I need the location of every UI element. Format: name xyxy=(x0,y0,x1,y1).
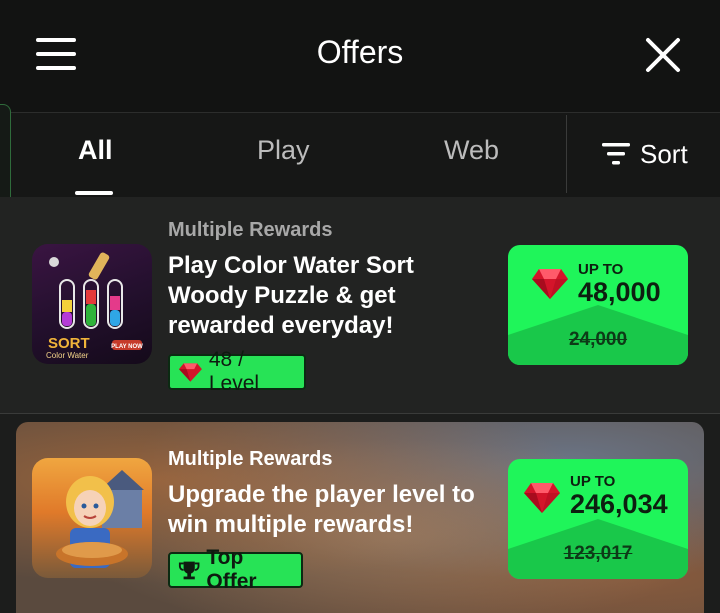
offer-category: Multiple Rewards xyxy=(168,219,333,241)
tab-web[interactable]: Web xyxy=(444,135,499,166)
reward-button[interactable]: UP TO 246,034 123,017 xyxy=(508,459,688,579)
game-thumbnail: SORT Color Water PLAY NOW xyxy=(32,244,152,364)
offer-card-featured[interactable]: Multiple Rewards Upgrade the player leve… xyxy=(16,422,704,613)
reward-amount: 246,034 xyxy=(570,489,668,519)
sort-filter-icon xyxy=(602,143,630,165)
thumbnail-subtitle-text: Color Water xyxy=(46,351,89,360)
reward-button[interactable]: UP TO 48,000 24,000 xyxy=(508,245,688,365)
tab-all[interactable]: All xyxy=(78,135,113,166)
original-reward: 24,000 xyxy=(568,329,628,350)
reward-prefix: UP TO xyxy=(578,261,624,278)
tab-play[interactable]: Play xyxy=(257,135,310,166)
offer-description: Play Color Water Sort Woody Puzzle & get… xyxy=(168,252,414,339)
ruby-gem-icon xyxy=(178,363,202,382)
filter-tabs: All Play Web Sort xyxy=(0,112,720,197)
ruby-gem-icon xyxy=(524,483,560,513)
sort-button[interactable]: Sort xyxy=(602,137,688,171)
thumbnail-title-text: SORT xyxy=(48,335,90,352)
sort-label: Sort xyxy=(640,138,688,169)
tab-divider xyxy=(566,115,567,193)
offer-category: Multiple Rewards xyxy=(168,448,333,470)
reward-amount: 48,000 xyxy=(578,277,661,307)
thumbnail-cta-text: PLAY NOW xyxy=(111,344,143,350)
page-title: Offers xyxy=(316,34,404,70)
header-bar: Offers xyxy=(0,0,720,112)
top-offer-badge: Top Offer xyxy=(168,546,303,593)
offer-description: Upgrade the player level to win multiple… xyxy=(168,481,475,538)
trophy-icon xyxy=(178,561,200,580)
offer-card[interactable]: SORT Color Water PLAY NOW Multiple Rewar… xyxy=(0,197,720,414)
game-thumbnail xyxy=(32,458,152,578)
active-tab-indicator xyxy=(75,191,113,195)
close-icon[interactable] xyxy=(644,36,682,74)
per-level-badge: 48 / Level xyxy=(168,348,306,395)
reward-prefix: UP TO xyxy=(570,473,616,490)
original-reward: 123,017 xyxy=(563,543,633,564)
ruby-gem-icon xyxy=(532,269,568,299)
